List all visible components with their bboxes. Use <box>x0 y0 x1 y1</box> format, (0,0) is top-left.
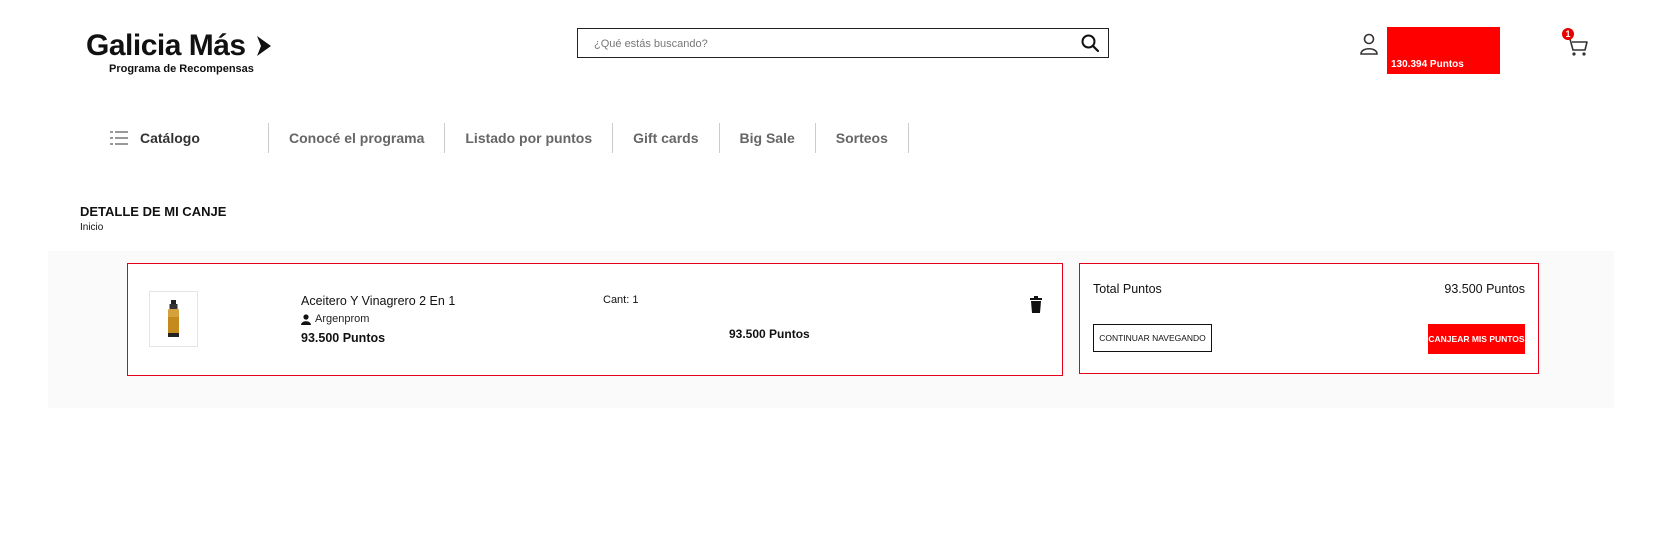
product-image[interactable] <box>149 291 198 347</box>
search-input[interactable] <box>592 34 1066 54</box>
logo-arrow-icon <box>256 36 271 56</box>
total-points-value: 93.500 Puntos <box>1444 282 1525 296</box>
summary-card: Total Puntos 93.500 Puntos CONTINUAR NAV… <box>1079 263 1539 374</box>
oil-bottle-image <box>168 300 179 337</box>
product-vendor: Argenprom <box>301 313 369 325</box>
redeem-points-button[interactable]: CANJEAR MIS PUNTOS <box>1428 324 1525 354</box>
nav-item-big-sale[interactable]: Big Sale <box>720 122 815 154</box>
user-icon[interactable] <box>1359 33 1379 55</box>
logo[interactable]: Galicia Más Programa de Recompensas <box>86 30 286 78</box>
main-nav: Catálogo Conocé el programa Listado por … <box>110 122 909 154</box>
product-name[interactable]: Aceitero Y Vinagrero 2 En 1 <box>301 294 455 308</box>
continue-browsing-button[interactable]: CONTINUAR NAVEGANDO <box>1093 324 1212 352</box>
cart-button[interactable]: 1 <box>1560 28 1590 58</box>
nav-item-conoce[interactable]: Conocé el programa <box>269 122 444 154</box>
nav-item-sorteos[interactable]: Sorteos <box>816 122 908 154</box>
list-icon <box>110 131 128 145</box>
person-icon <box>301 313 311 325</box>
cart-item-card: Aceitero Y Vinagrero 2 En 1 Argenprom 93… <box>127 263 1063 376</box>
search-icon[interactable] <box>1080 33 1100 53</box>
search-bar <box>577 28 1109 58</box>
logo-text: Galicia Más <box>86 29 246 62</box>
trash-icon[interactable] <box>1029 296 1043 313</box>
user-points-box[interactable]: 130.394 Puntos <box>1387 27 1500 74</box>
breadcrumb[interactable]: Inicio <box>80 222 103 233</box>
line-total: 93.500 Puntos <box>729 327 810 341</box>
catalog-menu[interactable]: Catálogo <box>110 122 268 154</box>
cart-badge: 1 <box>1562 28 1574 40</box>
redacted-user-name <box>1393 33 1483 55</box>
product-points: 93.500 Puntos <box>301 331 386 345</box>
nav-item-listado[interactable]: Listado por puntos <box>445 122 612 154</box>
product-quantity: Cant: 1 <box>603 294 639 306</box>
nav-divider <box>907 123 909 153</box>
product-vendor-label: Argenprom <box>315 313 370 325</box>
nav-item-gift-cards[interactable]: Gift cards <box>613 122 718 154</box>
user-points: 130.394 Puntos <box>1391 59 1464 70</box>
page-title: DETALLE DE MI CANJE <box>80 204 227 219</box>
total-points-label: Total Puntos <box>1093 282 1162 296</box>
catalog-label: Catálogo <box>140 130 200 146</box>
logo-subtitle: Programa de Recompensas <box>109 63 254 75</box>
